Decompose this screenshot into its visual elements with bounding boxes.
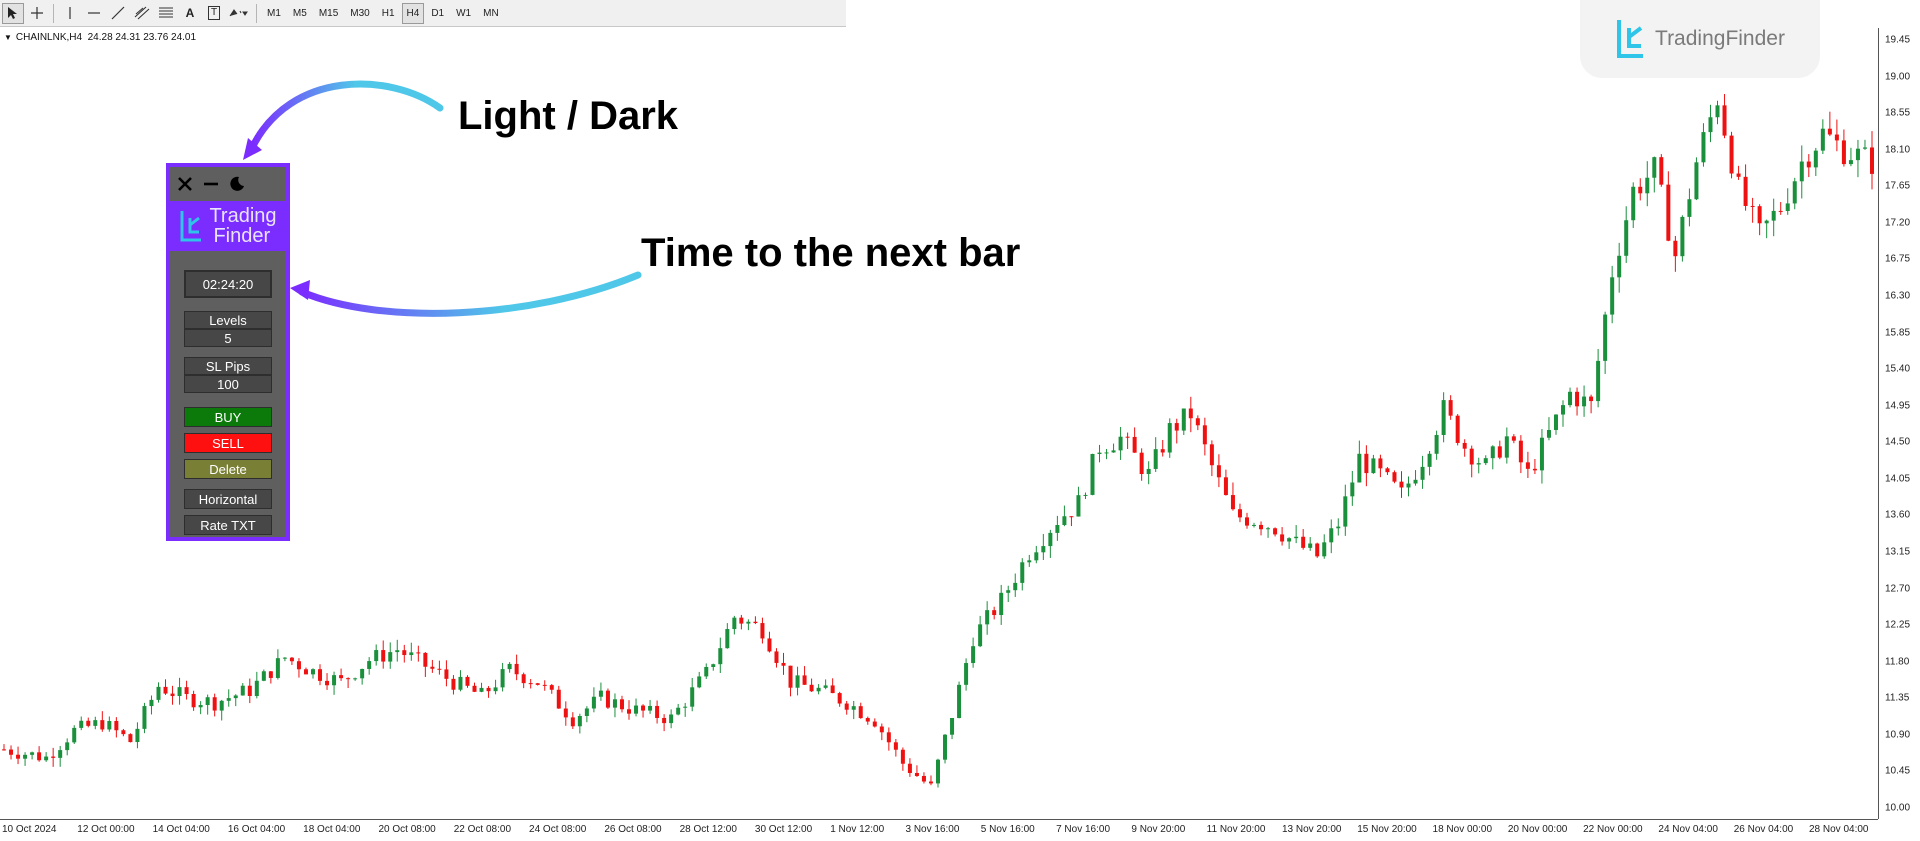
panel-logo: Trading Finder	[170, 201, 286, 251]
close-icon[interactable]	[176, 175, 194, 193]
trading-finder-logo-icon	[180, 211, 202, 242]
levels-input[interactable]: 5	[184, 329, 272, 347]
panel-logo-text: Trading Finder	[209, 206, 276, 246]
arrow-head-timer	[290, 280, 310, 300]
buy-button[interactable]: BUY	[184, 407, 272, 427]
sell-button[interactable]: SELL	[184, 433, 272, 453]
panel-logo-line1: Trading	[209, 205, 277, 227]
arrow-to-timer	[298, 271, 642, 317]
horizontal-button[interactable]: Horizontal	[184, 489, 272, 509]
trading-panel: Trading Finder 02:24:20 Levels 5 SL Pips…	[166, 163, 290, 541]
arrow-to-theme-toggle	[248, 80, 444, 152]
minimize-icon[interactable]	[202, 175, 220, 193]
bar-timer-display: 02:24:20	[184, 270, 272, 298]
sl-pips-label: SL Pips	[184, 357, 272, 375]
moon-icon[interactable]	[228, 175, 246, 193]
sl-pips-input[interactable]: 100	[184, 375, 272, 393]
callout-theme-toggle: Light / Dark	[458, 94, 679, 138]
delete-button[interactable]: Delete	[184, 459, 272, 479]
panel-logo-line2: Finder	[213, 225, 271, 247]
rate-txt-button[interactable]: Rate TXT	[184, 515, 272, 535]
levels-label: Levels	[184, 311, 272, 329]
panel-header	[170, 167, 286, 201]
callout-bar-timer: Time to the next bar	[641, 231, 1021, 275]
